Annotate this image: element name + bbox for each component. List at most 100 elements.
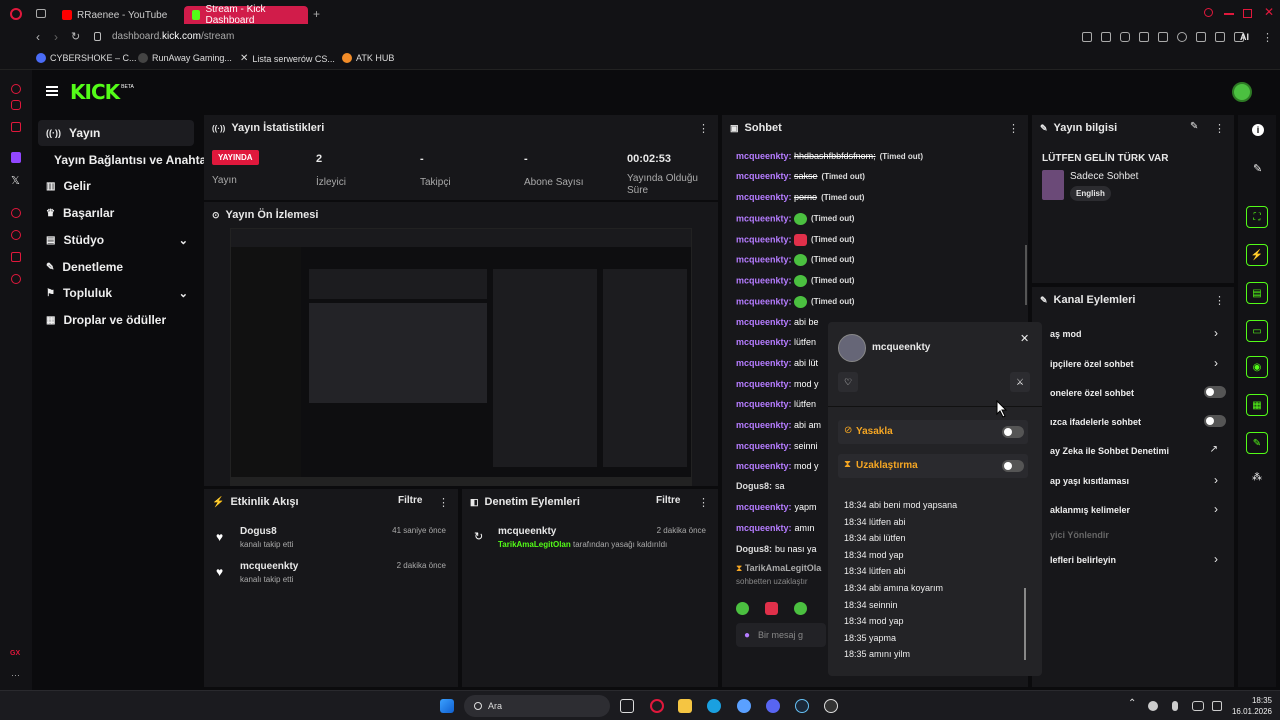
vpn-icon[interactable] xyxy=(1139,32,1149,42)
emote-only-toggle[interactable] xyxy=(1204,415,1226,427)
chat-bubble-icon[interactable]: ▭ xyxy=(1246,320,1268,342)
file-explorer-icon[interactable] xyxy=(678,699,692,713)
chat-username[interactable]: mcqueenkty xyxy=(736,192,789,202)
moderation-filter-button[interactable]: Filtre xyxy=(656,495,680,506)
bookmark-cybershoke[interactable]: CYBERSHOKE – C... xyxy=(36,53,137,63)
activity-user[interactable]: Dogus8 xyxy=(240,526,277,537)
nav-item-droplar[interactable]: ▦ Droplar ve ödüller xyxy=(38,307,194,333)
chat-username[interactable]: Dogus8: xyxy=(736,481,772,491)
chat-menu-icon[interactable]: ⋮ xyxy=(1008,122,1019,135)
microphone-icon[interactable]: ● xyxy=(744,630,750,641)
sidebar-gx-icon[interactable]: GX xyxy=(10,650,20,657)
activity-menu-icon[interactable]: ⋮ xyxy=(438,496,449,509)
channel-actions-menu-icon[interactable]: ⋮ xyxy=(1214,294,1225,307)
edit-pencil-icon[interactable]: ✎ xyxy=(1190,121,1198,132)
tray-chevron-up-icon[interactable]: ⌃ xyxy=(1128,698,1136,709)
chat-username[interactable]: mcqueenkty xyxy=(736,234,789,244)
chat-scrollbar[interactable] xyxy=(1025,245,1027,305)
discord-icon[interactable] xyxy=(766,699,780,713)
community-icon[interactable]: ⁂ xyxy=(1252,472,1262,483)
tray-volume-icon[interactable] xyxy=(1212,701,1222,711)
chat-username[interactable]: mcqueenkty xyxy=(736,171,789,181)
stream-info-menu-icon[interactable]: ⋮ xyxy=(1214,122,1225,135)
mod-badge-button[interactable]: ⚔ xyxy=(1010,372,1030,392)
chat-username[interactable]: mcqueenkty xyxy=(736,399,789,409)
forward-icon[interactable]: › xyxy=(54,30,58,44)
settings-app-icon[interactable] xyxy=(737,699,751,713)
raid-icon[interactable]: ⚡ xyxy=(1246,244,1268,266)
activity-user[interactable]: mcqueenkty xyxy=(240,561,298,572)
chat-username[interactable]: mcqueenkty: xyxy=(736,502,792,512)
nav-item-denetleme[interactable]: ✎ Denetleme xyxy=(38,254,194,280)
play-icon[interactable] xyxy=(1158,32,1168,42)
taskbar-clock[interactable]: 18:35 16.01.2026 xyxy=(1228,695,1272,717)
stats-menu-icon[interactable]: ⋮ xyxy=(698,122,709,135)
chat-username[interactable]: mcqueenkty: xyxy=(736,523,792,533)
bookmark-lista[interactable]: ✕ Lista serwerów CS... xyxy=(240,53,335,64)
activity-filter-button[interactable]: Filtre xyxy=(398,495,422,506)
tray-mic-icon[interactable] xyxy=(1172,701,1178,711)
extensions-icon[interactable] xyxy=(1196,32,1206,42)
edit-icon[interactable]: ✎ xyxy=(1253,162,1262,175)
sidebar-x-icon[interactable]: 𝕏 xyxy=(11,174,20,187)
broadcast-icon[interactable]: ◉ xyxy=(1246,356,1268,378)
emote-face-icon[interactable] xyxy=(794,602,807,615)
popover-username[interactable]: mcqueenkty xyxy=(872,342,930,353)
chat-input[interactable]: ● Bir mesaj g xyxy=(736,623,826,647)
close-window-icon[interactable]: ✕ xyxy=(1264,5,1274,19)
preview-video[interactable] xyxy=(230,228,692,486)
subscriber-only-toggle[interactable] xyxy=(1204,386,1226,398)
chat-username[interactable]: mcqueenkty xyxy=(736,213,789,223)
chat-username[interactable]: mcqueenkty xyxy=(736,337,789,347)
info-icon[interactable]: i xyxy=(1252,124,1264,136)
opera-gx-taskbar-icon[interactable] xyxy=(650,699,664,713)
stream-category[interactable]: Sadece Sohbet xyxy=(1070,171,1138,182)
moderator-name[interactable]: TarikAmaLegitOlan xyxy=(498,540,571,549)
edge-icon[interactable] xyxy=(707,699,721,713)
reload-icon[interactable]: ↻ xyxy=(71,30,80,43)
back-icon[interactable]: ‹ xyxy=(36,30,40,44)
sidebar-twitch-icon[interactable] xyxy=(11,152,21,163)
search-tabs-icon[interactable] xyxy=(1204,8,1213,17)
emote-red-icon[interactable] xyxy=(765,602,778,615)
bookmark-atk[interactable]: ATK HUB xyxy=(342,53,394,63)
chat-username[interactable]: mcqueenkty xyxy=(736,420,789,430)
timeout-toggle[interactable] xyxy=(1002,460,1024,472)
wrench-icon[interactable]: ✎ xyxy=(1246,432,1268,454)
nav-item-gelir[interactable]: ▥ Gelir xyxy=(38,173,194,199)
sidebar-extensions-icon[interactable] xyxy=(11,252,21,262)
chat-username[interactable]: mcqueenkty xyxy=(736,254,789,264)
steam-icon[interactable] xyxy=(795,699,809,713)
tray-network-icon[interactable] xyxy=(1192,701,1204,711)
maximize-icon[interactable] xyxy=(1243,9,1252,18)
ban-toggle[interactable] xyxy=(1002,426,1024,438)
new-tab-plus-icon[interactable]: + xyxy=(313,7,320,21)
moderation-user[interactable]: mcqueenkty xyxy=(498,526,556,537)
chat-username[interactable]: Dogus8: xyxy=(736,544,772,554)
sidebar-opera-icon[interactable] xyxy=(11,84,21,94)
tab-youtube[interactable]: RRaenee - YouTube xyxy=(54,6,178,24)
menu-icon[interactable]: ⋮ xyxy=(1262,31,1273,44)
sidebar-settings-icon[interactable] xyxy=(11,274,21,284)
tab-overview-icon[interactable] xyxy=(36,9,46,18)
tray-cloud-icon[interactable] xyxy=(1148,701,1158,711)
chat-username[interactable]: mcqueenkty xyxy=(736,461,789,471)
shield-icon[interactable] xyxy=(1120,32,1130,42)
sidebar-history-icon[interactable] xyxy=(11,230,21,240)
windows-start-icon[interactable] xyxy=(440,699,454,713)
chat-username[interactable]: mcqueenkty xyxy=(736,317,789,327)
nav-item-studyo[interactable]: ▤ Stüdyo ⌄ xyxy=(38,227,194,253)
task-view-icon[interactable] xyxy=(620,699,634,713)
nav-item-yayin[interactable]: ((·)) Yayın xyxy=(38,120,194,146)
clip-icon[interactable]: ⛶ xyxy=(1246,206,1268,228)
sidebar-more-icon[interactable]: ··· xyxy=(11,670,20,680)
chat-username[interactable]: mcqueenkty xyxy=(736,296,789,306)
chat-username[interactable]: mcqueenkty xyxy=(736,151,789,161)
obs-icon[interactable] xyxy=(824,699,838,713)
follow-heart-button[interactable]: ♡ xyxy=(838,372,858,392)
chat-username[interactable]: mcqueenkty xyxy=(736,275,789,285)
emote-green-icon[interactable] xyxy=(736,602,749,615)
nav-item-yayin-baglantisi[interactable]: Yayın Bağlantısı ve Anahtarı xyxy=(38,147,214,173)
pin-icon[interactable] xyxy=(1082,32,1092,42)
moderation-menu-icon[interactable]: ⋮ xyxy=(698,496,709,509)
